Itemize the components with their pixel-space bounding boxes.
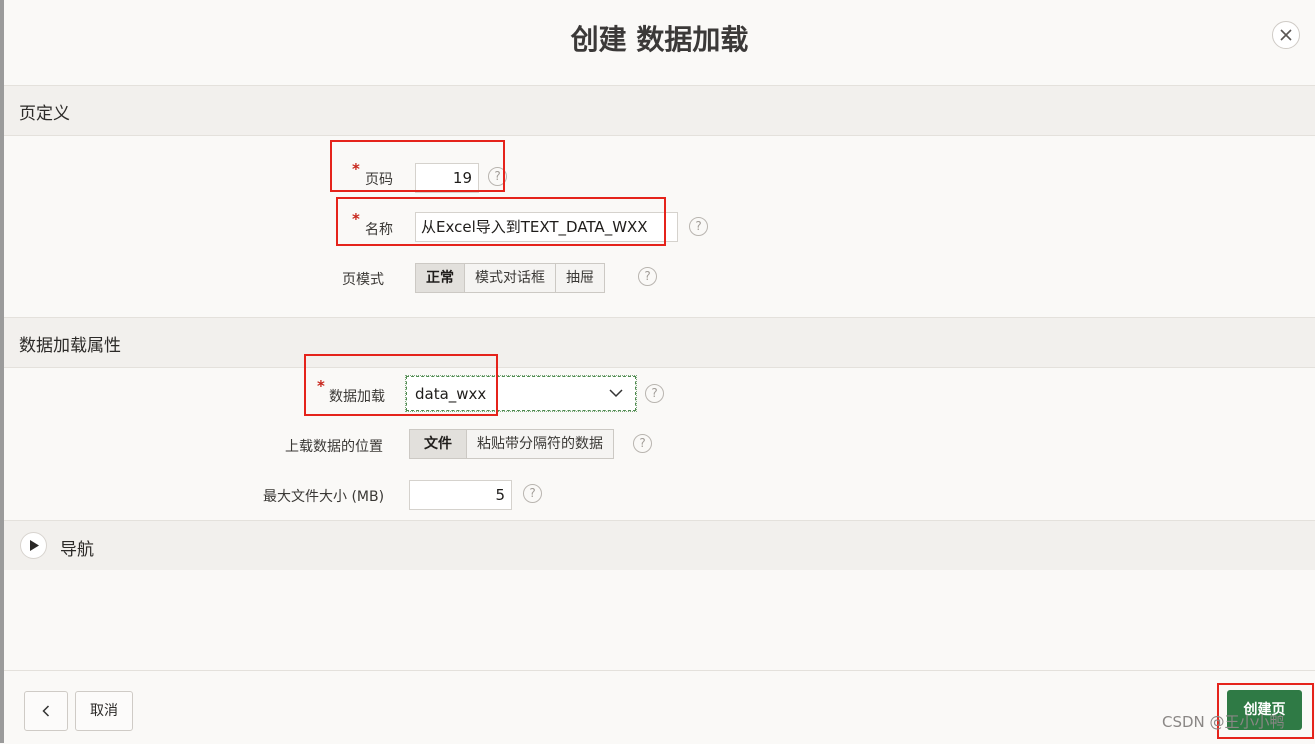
expand-toggle-button[interactable] — [20, 532, 47, 559]
section-navigation[interactable]: 导航 — [4, 520, 1315, 570]
chevron-down-icon — [609, 389, 623, 398]
help-icon[interactable]: ? — [633, 434, 652, 453]
help-icon[interactable]: ? — [523, 484, 542, 503]
section-title-data-load-attributes: 数据加载属性 — [19, 336, 121, 356]
page-mode-selector: 正常 模式对话框 抽屉 — [415, 263, 605, 293]
upload-location-option-file[interactable]: 文件 — [410, 430, 467, 458]
dialog-footer: 取消 创建页 — [4, 670, 1315, 744]
help-icon[interactable]: ? — [638, 267, 657, 286]
section-title-page-definition: 页定义 — [19, 104, 70, 124]
max-file-size-label: 最大文件大小 (MB) — [263, 489, 385, 505]
back-button[interactable] — [24, 691, 68, 731]
chevron-left-icon — [42, 705, 50, 717]
highlight-box-name — [336, 197, 666, 246]
create-data-load-dialog: 创建 数据加载 页定义 * 页码 19 ? * 名称 从Excel导入到TEXT… — [4, 0, 1315, 744]
page-mode-label: 页模式 — [342, 272, 384, 288]
cancel-button[interactable]: 取消 — [75, 691, 133, 731]
help-icon[interactable]: ? — [689, 217, 708, 236]
upload-location-label: 上载数据的位置 — [285, 439, 383, 455]
page-mode-option-drawer[interactable]: 抽屉 — [556, 264, 604, 292]
page-mode-option-normal[interactable]: 正常 — [416, 264, 465, 292]
play-triangle-icon — [30, 540, 39, 551]
highlight-box-page-number — [330, 140, 505, 192]
max-file-size-input[interactable]: 5 — [409, 480, 512, 510]
dialog-title: 创建 数据加载 — [570, 23, 749, 56]
upload-location-selector: 文件 粘贴带分隔符的数据 — [409, 429, 614, 459]
section-data-load-attributes: 数据加载属性 — [4, 317, 1315, 368]
close-button[interactable] — [1272, 21, 1300, 49]
page-mode-option-modal[interactable]: 模式对话框 — [465, 264, 556, 292]
close-icon — [1280, 29, 1292, 41]
section-title-navigation: 导航 — [60, 540, 94, 560]
highlight-box-data-load — [304, 354, 498, 416]
watermark-text: CSDN @王小小鸭 — [1162, 713, 1285, 731]
section-page-definition: 页定义 — [4, 85, 1315, 136]
help-icon[interactable]: ? — [645, 384, 664, 403]
dialog-header: 创建 数据加载 — [4, 0, 1315, 86]
upload-location-option-paste[interactable]: 粘贴带分隔符的数据 — [467, 430, 613, 458]
